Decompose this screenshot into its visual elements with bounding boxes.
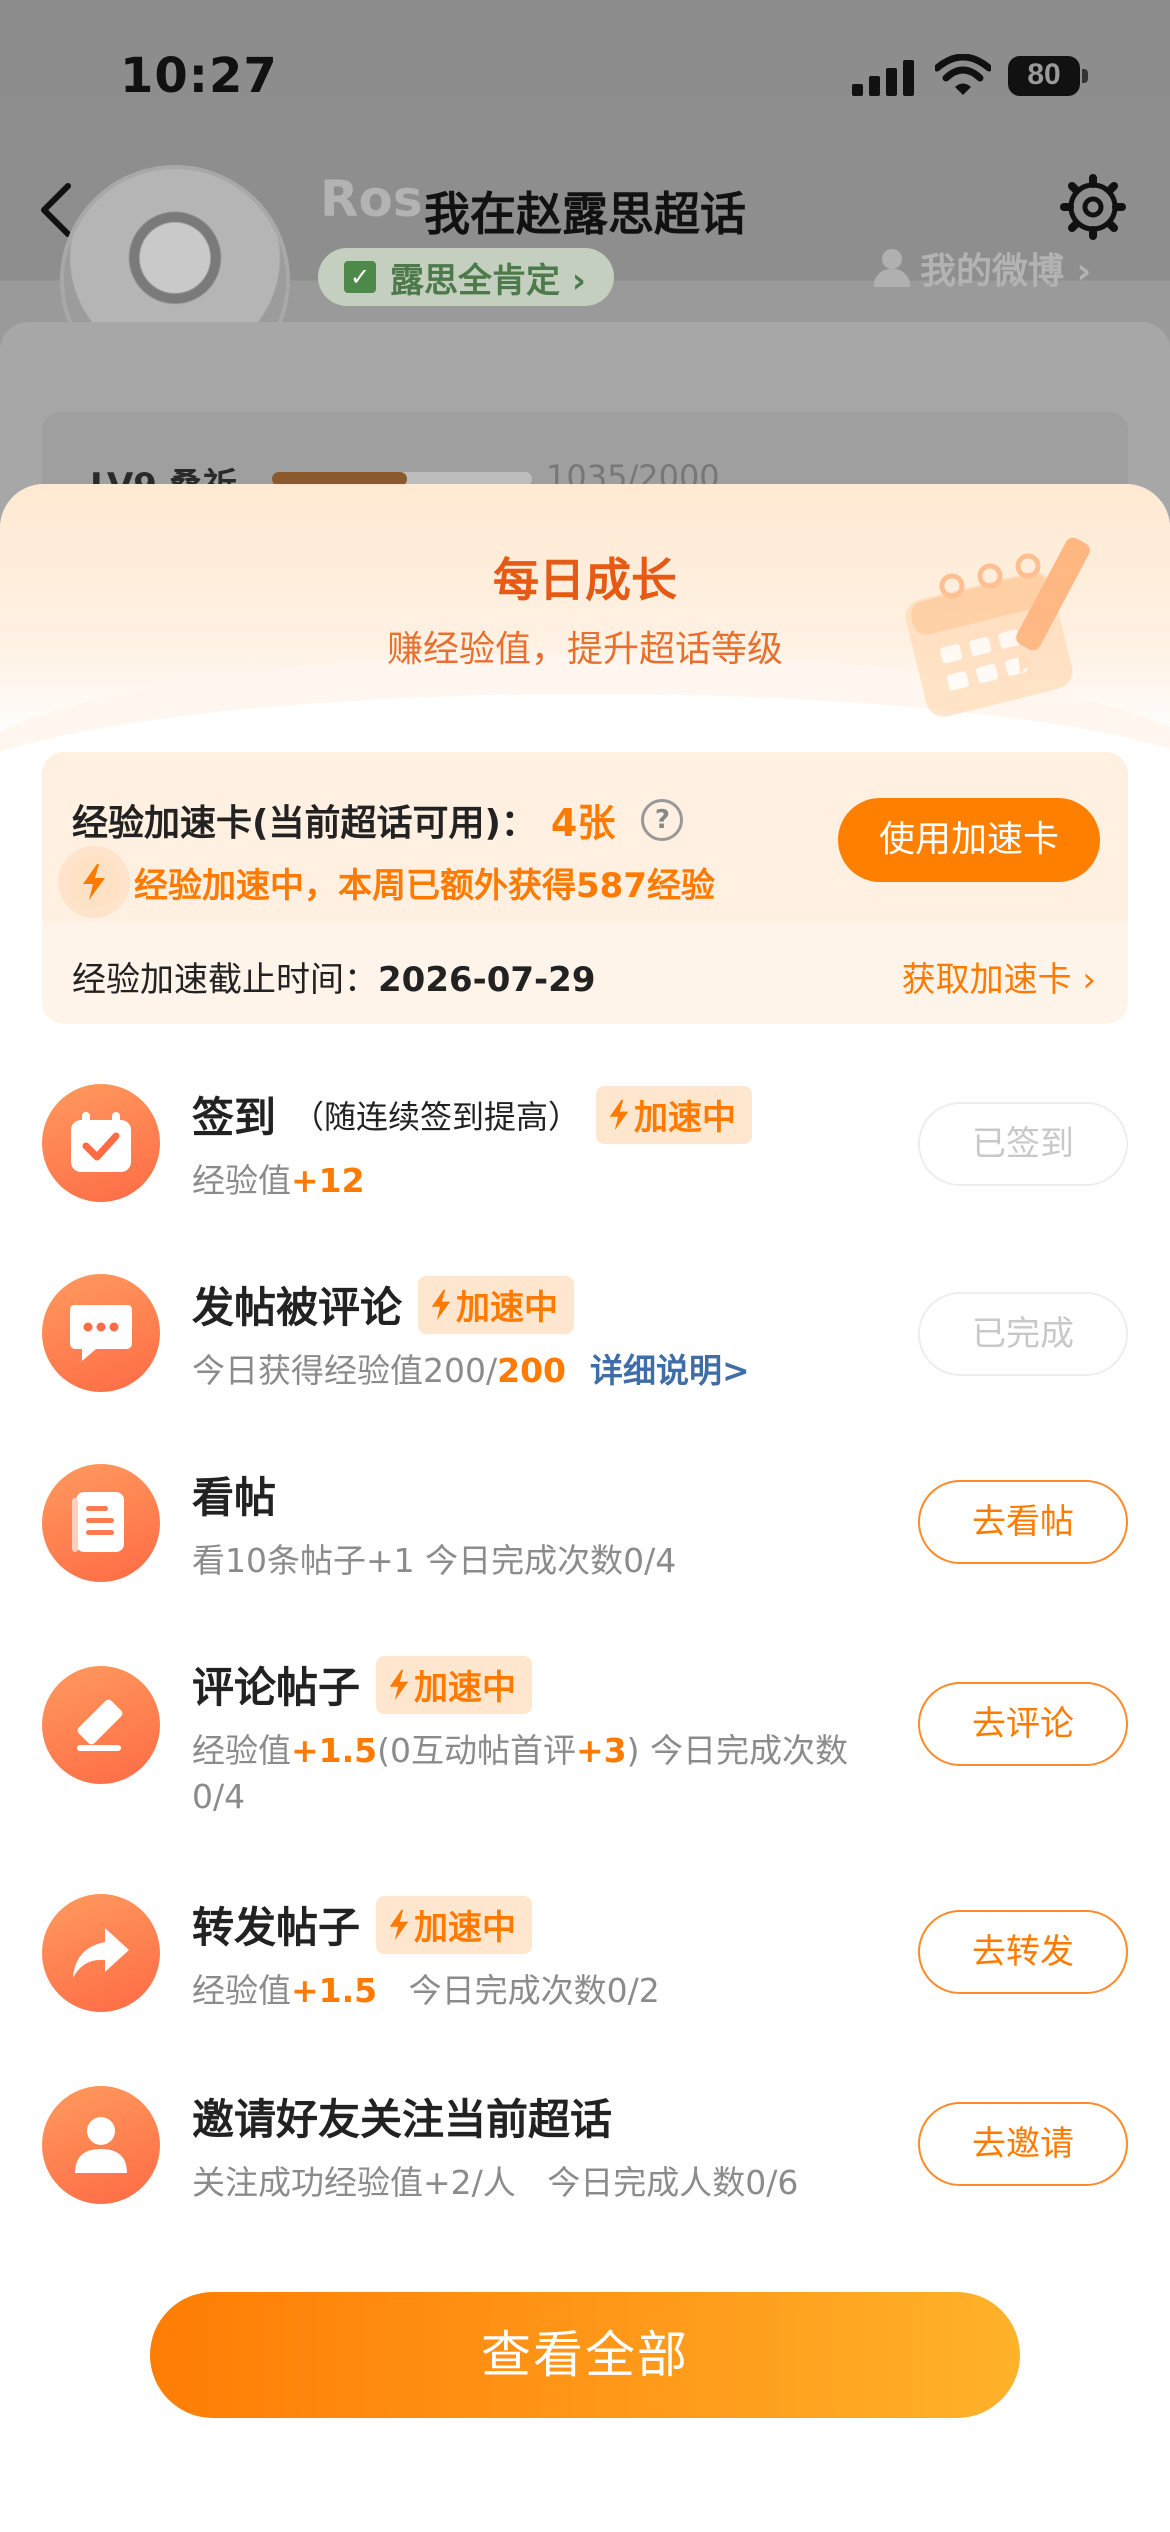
document-icon bbox=[42, 1464, 160, 1582]
boost-tag-label: 加速中 bbox=[414, 1908, 517, 1948]
task-title: 发帖被评论 bbox=[192, 1283, 403, 1332]
lightning-icon bbox=[431, 1289, 451, 1320]
task-desc: 看10条帖子+1 今日完成次数0/4 bbox=[192, 1541, 677, 1580]
task-title: 邀请好友关注当前超话 bbox=[192, 2095, 613, 2144]
task-title: 转发帖子 bbox=[192, 1903, 361, 1952]
task-title: 签到 bbox=[192, 1093, 277, 1142]
task-desc-line2: 0/4 bbox=[192, 1777, 246, 1816]
task-title: 评论帖子 bbox=[192, 1663, 361, 1712]
view-all-button[interactable]: 查看全部 bbox=[150, 2292, 1020, 2418]
go-view-posts-button[interactable]: 去看帖 bbox=[918, 1480, 1128, 1564]
task-desc: 经验值+12 bbox=[192, 1158, 365, 1204]
person-icon bbox=[874, 249, 910, 287]
daily-growth-sheet: 每日成长 赚经验值，提升超话等级 经验加速卡(当前超话可用)： 4张 ? 经验加… bbox=[0, 484, 1170, 2532]
completed-button[interactable]: 已完成 bbox=[918, 1292, 1128, 1376]
boost-status-text: 经验加速中，本周已额外获得587经验 bbox=[134, 865, 715, 906]
eraser-pencil-icon bbox=[42, 1666, 160, 1784]
task-invite-friends: 邀请好友关注当前超话 关注成功经验值+2/人 今日完成人数0/6 去邀请 bbox=[42, 2086, 1128, 2226]
share-arrow-icon bbox=[42, 1894, 160, 2012]
task-title-row: 看帖 bbox=[192, 1464, 276, 1525]
details-link[interactable]: 详细说明> bbox=[590, 1351, 750, 1390]
task-desc-text: 今日获得经验值200/ bbox=[192, 1351, 498, 1390]
person-icon bbox=[42, 2086, 160, 2204]
checked-in-button[interactable]: 已签到 bbox=[918, 1102, 1128, 1186]
boost-tag: 加速中 bbox=[376, 1895, 533, 1954]
lightning-icon bbox=[609, 1099, 629, 1130]
task-desc: 今日获得经验值200/200 详细说明> bbox=[192, 1348, 750, 1394]
battery-percent: 80 bbox=[1027, 58, 1061, 91]
task-title-row: 转发帖子 加速中 bbox=[192, 1894, 533, 1955]
boost-tag-label: 加速中 bbox=[456, 1288, 559, 1328]
task-title-row: 发帖被评论 加速中 bbox=[192, 1274, 575, 1335]
cellular-signal-icon bbox=[852, 60, 914, 96]
task-desc-text: 经验值 bbox=[192, 1731, 291, 1770]
task-view-posts: 看帖 看10条帖子+1 今日完成次数0/4 去看帖 bbox=[42, 1464, 1128, 1604]
go-invite-button[interactable]: 去邀请 bbox=[918, 2102, 1128, 2186]
go-repost-button[interactable]: 去转发 bbox=[918, 1910, 1128, 1994]
task-title-row: 邀请好友关注当前超话 bbox=[192, 2086, 612, 2147]
boost-tag-label: 加速中 bbox=[634, 1098, 737, 1138]
calendar-pencil-icon bbox=[905, 537, 1090, 717]
boost-card-label: 经验加速卡(当前超话可用)： bbox=[72, 802, 537, 844]
task-desc-highlight: +1.5 bbox=[291, 1971, 378, 2010]
fan-tag-pill[interactable]: ✓ 露思全肯定 › bbox=[318, 248, 614, 306]
use-boost-card-button[interactable]: 使用加速卡 bbox=[838, 798, 1100, 882]
task-repost-posts: 转发帖子 加速中 经验值+1.5 今日完成次数0/2 去转发 bbox=[42, 1894, 1128, 2034]
wifi-icon bbox=[935, 54, 991, 95]
task-desc-text-b: (0互动帖首评 bbox=[377, 1731, 576, 1770]
task-title-row: 签到 （随连续签到提高） 加速中 bbox=[192, 1084, 753, 1145]
boost-tag-label: 加速中 bbox=[414, 1668, 517, 1708]
lightning-icon bbox=[389, 1909, 409, 1940]
boost-tag: 加速中 bbox=[596, 1085, 753, 1144]
task-desc-text-b: 今日完成次数0/2 bbox=[377, 1971, 660, 2010]
boost-tag: 加速中 bbox=[418, 1275, 575, 1334]
chat-bubble-icon bbox=[42, 1274, 160, 1392]
my-weibo-link[interactable]: 我的微博 › bbox=[874, 242, 1091, 294]
task-desc-text: 经验值 bbox=[192, 1161, 291, 1200]
nav-title: 我在赵露思超话 bbox=[424, 187, 746, 241]
task-comment-posts: 评论帖子 加速中 经验值+1.5(0互动帖首评+3) 今日完成次数 0/4 去评论 bbox=[42, 1654, 1128, 1816]
help-icon[interactable]: ? bbox=[641, 798, 684, 841]
boost-tag: 加速中 bbox=[376, 1655, 533, 1714]
task-post-commented: 发帖被评论 加速中 今日获得经验值200/200 详细说明> 已完成 bbox=[42, 1274, 1128, 1414]
calendar-check-icon bbox=[42, 1084, 160, 1202]
fan-tag-label: 露思全肯定 › bbox=[390, 260, 586, 301]
task-desc-highlight-2: +3 bbox=[575, 1731, 627, 1770]
task-desc: 经验值+1.5 今日完成次数0/2 bbox=[192, 1968, 660, 2014]
boost-deadline-value: 2026-07-29 bbox=[378, 960, 596, 1000]
task-desc-text: 经验值 bbox=[192, 1971, 291, 2010]
task-desc-highlight: 200 bbox=[497, 1351, 566, 1390]
boost-card: 经验加速卡(当前超话可用)： 4张 ? 经验加速中，本周已额外获得587经验 使… bbox=[42, 752, 1128, 1024]
battery-icon: 80 bbox=[1008, 56, 1088, 96]
boost-card-count: 4张 bbox=[550, 801, 616, 845]
status-time: 10:27 bbox=[120, 48, 278, 104]
task-desc-text-c: ) 今日完成次数 bbox=[626, 1731, 848, 1770]
task-desc: 关注成功经验值+2/人 今日完成人数0/6 bbox=[192, 2163, 799, 2202]
task-desc-highlight: +1.5 bbox=[291, 1731, 378, 1770]
task-desc-highlight: +12 bbox=[291, 1161, 365, 1200]
task-checkin: 签到 （随连续签到提高） 加速中 经验值+12 已签到 bbox=[42, 1084, 1128, 1224]
check-calendar-icon: ✓ bbox=[344, 261, 376, 293]
boost-status-row: 经验加速中，本周已额外获得587经验 bbox=[68, 856, 715, 908]
boost-deadline-label: 经验加速截止时间： bbox=[72, 960, 378, 1000]
go-comment-button[interactable]: 去评论 bbox=[918, 1682, 1128, 1766]
task-hint: （随连续签到提高） bbox=[292, 1097, 581, 1136]
task-title: 看帖 bbox=[192, 1473, 277, 1522]
lightning-icon bbox=[389, 1669, 409, 1700]
boost-deadline: 经验加速截止时间：2026-07-29 bbox=[72, 952, 595, 1001]
task-title-row: 评论帖子 加速中 bbox=[192, 1654, 533, 1715]
task-desc: 经验值+1.5(0互动帖首评+3) 今日完成次数 0/4 bbox=[192, 1728, 932, 1820]
gear-icon[interactable] bbox=[1058, 172, 1128, 242]
status-bar: 10:27 80 bbox=[0, 0, 1170, 150]
lightning-icon bbox=[68, 856, 120, 908]
my-weibo-label: 我的微博 › bbox=[920, 251, 1092, 292]
get-boost-card-link[interactable]: 获取加速卡 › bbox=[902, 952, 1096, 1001]
boost-card-summary: 经验加速卡(当前超话可用)： 4张 ? bbox=[72, 792, 684, 847]
